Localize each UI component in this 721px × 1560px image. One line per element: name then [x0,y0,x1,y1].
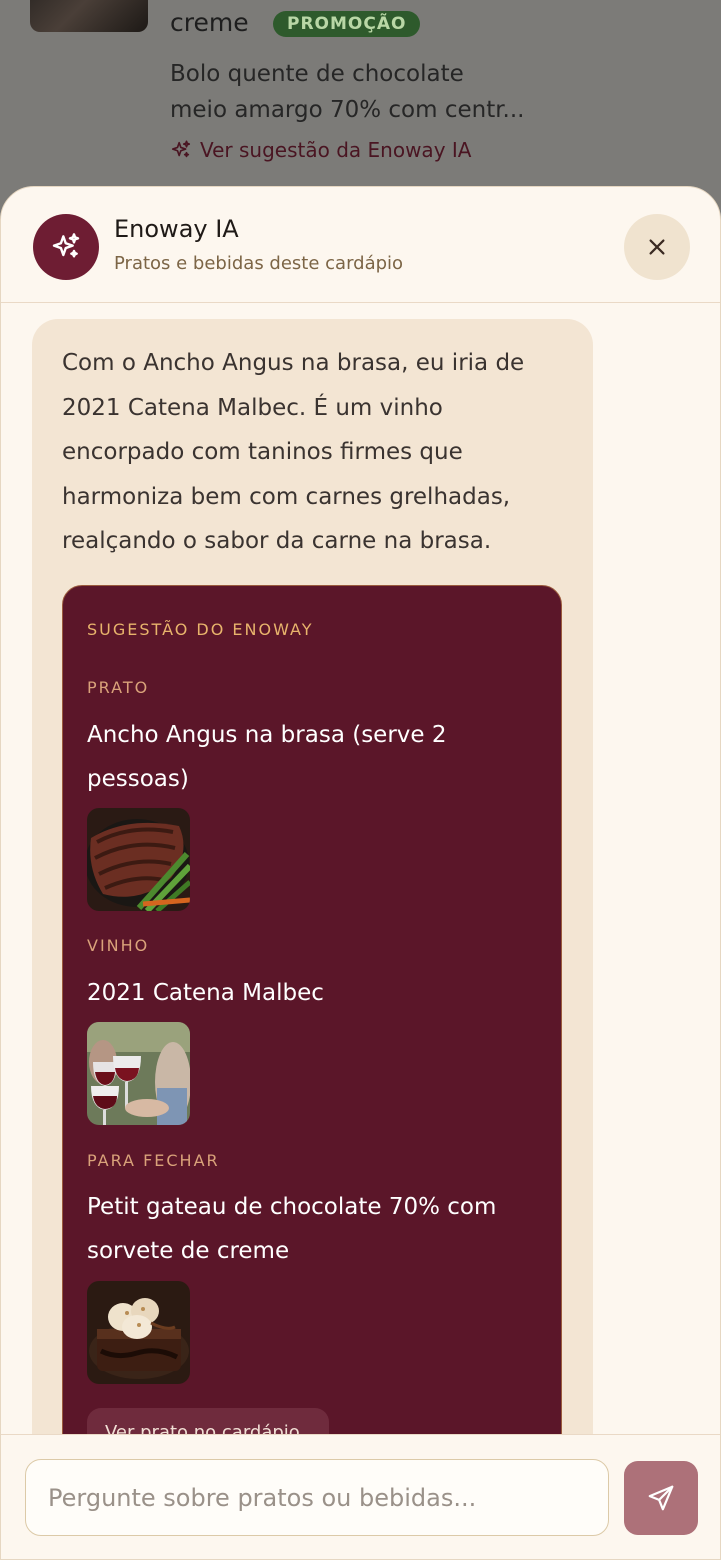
send-button[interactable] [624,1461,698,1535]
chat-input-bar [1,1434,720,1559]
question-input[interactable] [25,1459,609,1536]
sparkles-icon [52,233,80,258]
message-line: realçando o sabor da carne na brasa. [62,528,492,554]
promo-badge: PROMOÇÃO [273,11,421,37]
message-line: encorpado com taninos firmes que [62,439,463,465]
view-dish-in-menu-button[interactable]: Ver prato no cardápio [87,1408,329,1434]
suggestion-card: SUGESTÃO DO ENOWAY PRATO Ancho Angus na … [62,585,562,1434]
sheet-subtitle: Pratos e bebidas deste cardápio [114,253,404,274]
wine-image[interactable] [87,1022,190,1125]
message-line: 2021 Catena Malbec. É um vinho [62,394,443,421]
description-line: Bolo quente de chocolate [170,61,464,87]
dessert-name-line: sorvete de creme [87,1238,290,1264]
menu-item-description: Bolo quente de chocolate meio amargo 70%… [170,56,550,128]
dish-name-line: pessoas) [87,766,189,792]
close-icon [649,239,665,255]
sheet-title: Enoway IA [114,215,239,243]
close-button[interactable] [624,214,690,280]
suggestion-heading: SUGESTÃO DO ENOWAY [87,620,314,639]
dessert-label: PARA FECHAR [87,1151,220,1170]
dessert-name: Petit gateau de chocolate 70% com sorvet… [87,1185,527,1273]
sheet-header: Enoway IA Pratos e bebidas deste cardápi… [1,187,720,303]
assistant-message-text: Com o Ancho Angus na brasa, eu iria de 2… [62,341,562,564]
dish-name: Ancho Angus na brasa (serve 2 pessoas) [87,713,527,801]
see-ai-suggestion-link[interactable]: Ver sugestão da Enoway IA [170,138,471,162]
assistant-avatar [33,214,99,280]
petit-gateau-image [87,1281,190,1384]
dish-name-line: Ancho Angus na brasa (serve 2 [87,722,447,748]
description-line: meio amargo 70% com centr... [170,97,525,123]
message-line: harmoniza bem com carnes grelhadas, [62,483,511,510]
wine-name: 2021 Catena Malbec [87,971,527,1015]
dessert-image[interactable] [87,1281,190,1384]
send-icon [648,1485,674,1511]
wine-label: VINHO [87,936,150,955]
dish-image[interactable] [87,808,190,911]
dish-label: PRATO [87,678,150,697]
wine-glasses-image [87,1022,190,1125]
sparkles-icon [171,140,191,158]
message-line: Com o Ancho Angus na brasa, eu iria de [62,350,525,376]
see-ai-suggestion-label: Ver sugestão da Enoway IA [200,138,472,162]
ai-assistant-sheet: Enoway IA Pratos e bebidas deste cardápi… [0,186,721,1560]
dessert-name-line: Petit gateau de chocolate 70% com [87,1194,497,1220]
menu-item-title: creme [170,8,249,37]
chat-scroll-area[interactable]: Com o Ancho Angus na brasa, eu iria de 2… [1,304,720,1434]
assistant-message-bubble: Com o Ancho Angus na brasa, eu iria de 2… [32,319,593,1434]
steak-image [87,808,190,911]
wine-name-line: 2021 Catena Malbec [87,980,324,1006]
menu-item-image [30,0,148,32]
